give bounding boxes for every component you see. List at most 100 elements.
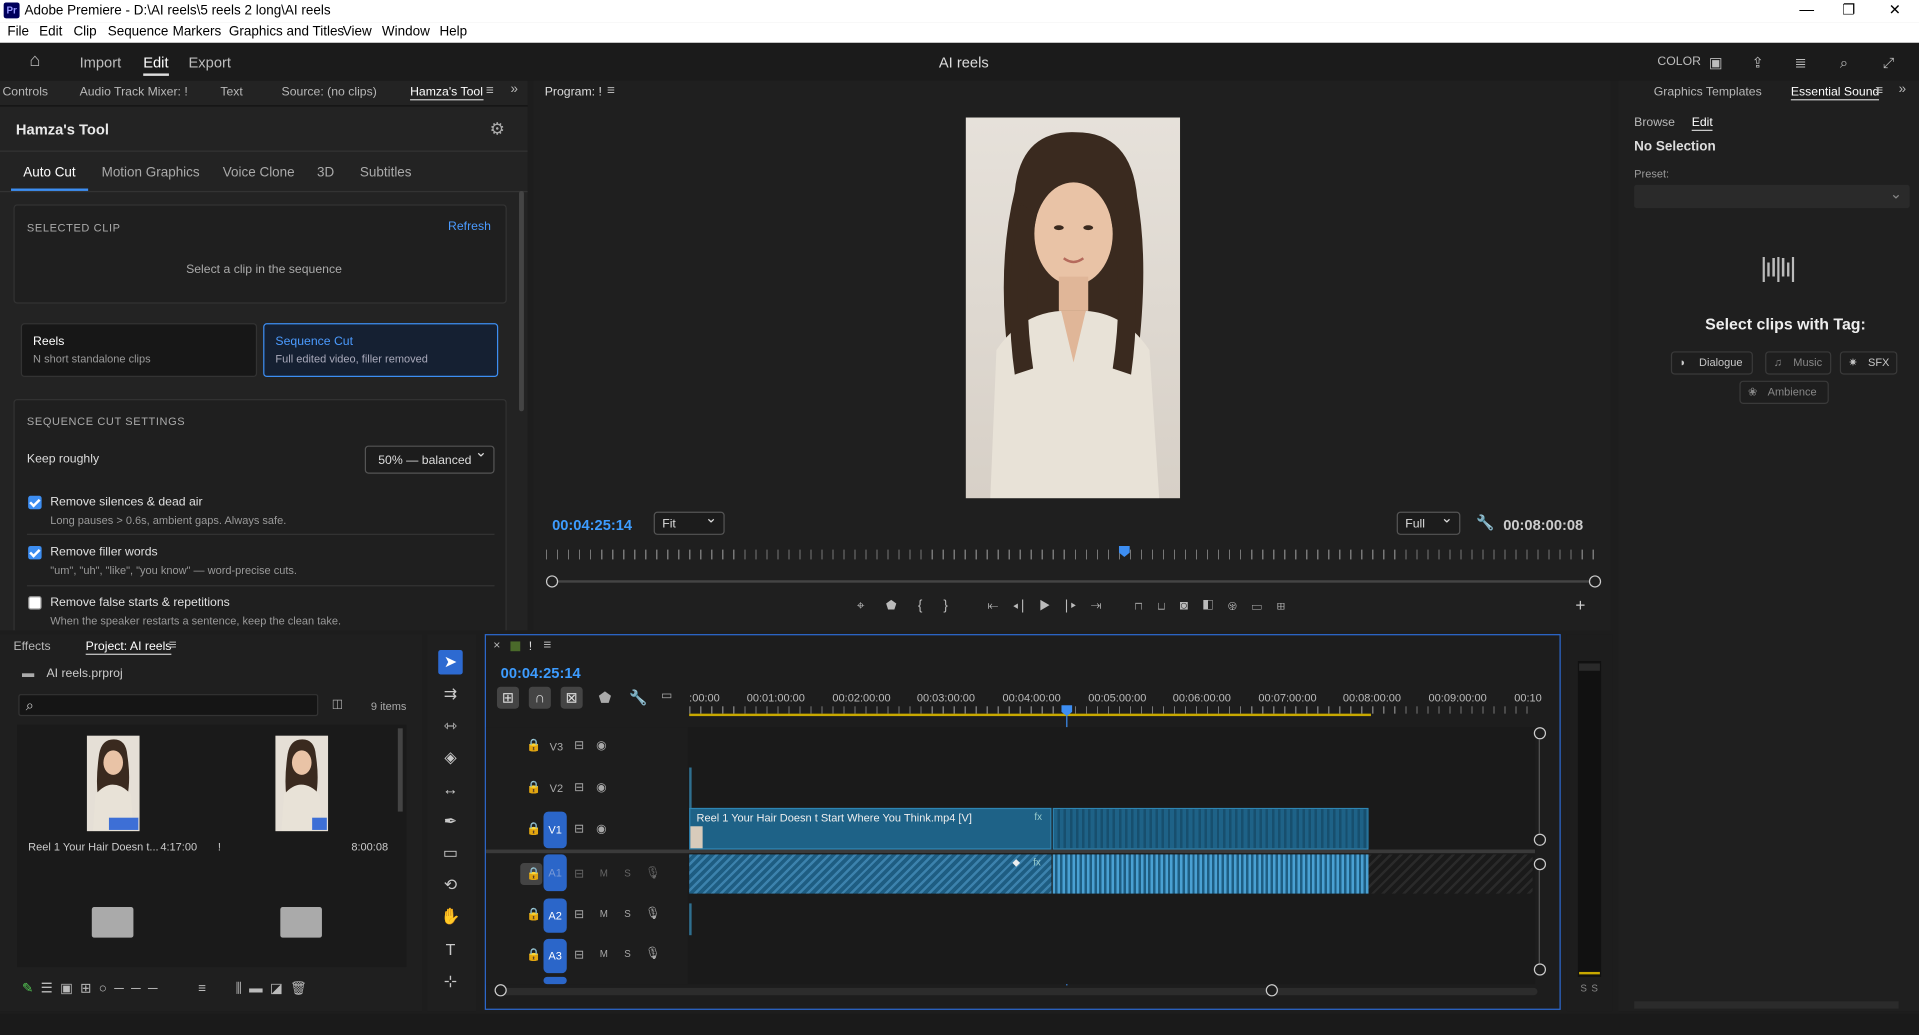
tab-text[interactable]: Text (220, 86, 242, 99)
timeline-close-icon[interactable]: × (493, 639, 500, 652)
a3-lock-icon[interactable]: 🔒 (526, 949, 541, 962)
tab-project[interactable]: Project: AI reels (85, 640, 172, 655)
mark-out-icon[interactable]: } (943, 599, 950, 614)
a1-clip-segments[interactable] (1052, 854, 1369, 894)
add-marker-timeline-icon[interactable]: ⬟ (599, 689, 612, 706)
rectangle-tool-icon[interactable]: ▭ (438, 841, 462, 865)
edit-tab-right[interactable]: Edit (1691, 116, 1713, 131)
tag-sfx[interactable]: ✷ SFX (1839, 351, 1898, 375)
tab-auto-cut[interactable]: Auto Cut (23, 165, 75, 180)
ripple-edit-tool-icon[interactable]: ⇿ (438, 714, 462, 738)
export-tab[interactable]: Export (189, 54, 231, 71)
multicam-icon[interactable]: ⊞ (1277, 599, 1288, 614)
a2-mute[interactable]: M (600, 908, 608, 919)
menu-clip[interactable]: Clip (73, 24, 96, 39)
a1-mic-icon[interactable]: 🎙 (645, 867, 661, 880)
list-view-icon[interactable]: ☰ (41, 982, 60, 997)
timeline-menu-icon[interactable]: ≡ (544, 638, 552, 653)
slip-tool-icon[interactable]: ↔ (438, 777, 462, 801)
keep-dropdown[interactable]: 50% — balanced (364, 443, 495, 474)
mode-reels-card[interactable]: Reels N short standalone clips (20, 323, 258, 378)
new-item-icon[interactable]: ◪ (270, 982, 290, 997)
v1-clip-segments[interactable] (1052, 807, 1369, 850)
selection-tool-icon[interactable]: ➤ (438, 649, 463, 675)
menu-edit[interactable]: Edit (39, 24, 62, 39)
a-zoom-top-handle[interactable] (1533, 858, 1547, 871)
a1-sync-icon[interactable]: ⊟ (574, 868, 584, 881)
tab-hamzas-tool[interactable]: Hamza's Tool (410, 86, 483, 101)
play-icon[interactable]: ▶ (1039, 599, 1052, 614)
meter-solo-1[interactable]: S (1580, 983, 1587, 994)
pen-tool-icon[interactable]: ✒ (438, 809, 462, 833)
home-icon[interactable]: ⌂ (29, 50, 40, 71)
bin-icon[interactable]: ◫ (332, 698, 344, 711)
close-icon[interactable]: ✕ (1889, 1, 1901, 18)
snap-icon[interactable]: ∩ (528, 686, 551, 709)
nest-icon[interactable]: ⊞ (496, 686, 520, 709)
trash-icon[interactable]: 🗑 (290, 982, 314, 997)
more-tabs-icon[interactable]: » (510, 82, 517, 97)
edit-tab[interactable]: Edit (143, 54, 169, 76)
menu-window[interactable]: Window (382, 24, 430, 39)
step-back-icon[interactable]: ◂| (1013, 599, 1027, 614)
a2-mic-icon[interactable]: 🎙 (645, 907, 661, 920)
program-tab[interactable]: Program: ! (545, 86, 602, 99)
menu-sequence[interactable]: Sequence (108, 24, 169, 39)
camera-icon[interactable]: ◙ (1180, 599, 1191, 614)
a3-sync-icon[interactable]: ⊟ (574, 949, 584, 962)
search-icon[interactable]: ⌕ (1840, 54, 1848, 72)
compare-icon[interactable]: ◧ (1203, 599, 1216, 614)
track-select-tool-icon[interactable]: ⇉ (438, 682, 462, 706)
tag-dialogue[interactable]: ◗ Dialogue (1670, 351, 1753, 375)
a3-mic-icon[interactable]: 🎙 (645, 947, 661, 960)
bin-folder-icon-2[interactable] (280, 907, 322, 938)
panel-icon[interactable]: ▣ (1709, 54, 1723, 71)
essential-menu-icon[interactable]: ≡ (1875, 83, 1883, 98)
tab-audio-mixer[interactable]: Audio Track Mixer: ! (80, 86, 188, 99)
track-a1[interactable]: A1 (543, 854, 567, 892)
item2-thumbnail[interactable] (275, 735, 329, 832)
tab-graphics-templates[interactable]: Graphics Templates (1654, 86, 1762, 99)
a3-mute[interactable]: M (600, 949, 608, 960)
a1-mute[interactable]: M (600, 868, 608, 879)
color-workspace[interactable]: COLOR (1657, 55, 1701, 68)
tool-scrollbar[interactable] (519, 190, 524, 412)
track-v3[interactable]: V3 (545, 733, 568, 760)
right-scrollbar[interactable] (1634, 1001, 1899, 1009)
workspaces-icon[interactable]: ≣ (1795, 54, 1807, 71)
lift-icon[interactable]: ⊓ (1135, 599, 1145, 614)
add-button-icon[interactable]: + (1575, 595, 1585, 615)
project-search-input[interactable]: ⌕ (18, 694, 319, 717)
timeline-timecode[interactable]: 00:04:25:14 (501, 665, 581, 682)
bin-folder-icon-1[interactable] (91, 907, 134, 938)
a3-solo[interactable]: S (624, 949, 631, 960)
track-a3[interactable]: A3 (543, 938, 567, 974)
v1-clip[interactable]: Reel 1 Your Hair Doesn t Start Where You… (689, 807, 1052, 850)
tab-effects[interactable]: Effects (13, 640, 50, 653)
fit-dropdown[interactable]: Fit (653, 509, 725, 535)
timeline-settings-icon[interactable]: 🔧 (629, 689, 647, 706)
more-tabs-right-icon[interactable]: » (1899, 82, 1906, 97)
v1-lock-icon[interactable]: 🔒 (526, 823, 541, 836)
menu-markers[interactable]: Markers (173, 24, 222, 39)
type-tool-icon[interactable]: T (438, 938, 462, 962)
mode-sequence-card[interactable]: Sequence Cut Full edited video, filler r… (263, 323, 499, 378)
wrench-icon[interactable]: 🔧 (1476, 514, 1494, 531)
item1-thumbnail[interactable] (86, 735, 140, 832)
tab-essential-sound[interactable]: Essential Sound (1790, 86, 1880, 101)
sort-icon[interactable]: ≡ (198, 982, 213, 997)
icon-view-icon[interactable]: ▣ (60, 982, 80, 997)
refresh-button[interactable]: Refresh (448, 220, 491, 233)
opt1-checkbox[interactable] (28, 495, 42, 510)
v1-eye-icon[interactable]: ◉ (596, 823, 607, 836)
preset-dropdown[interactable]: ⌄ (1634, 184, 1910, 209)
freeform-view-icon[interactable]: ⊞ (80, 982, 99, 997)
new-bin-icon[interactable]: ▬ (249, 982, 270, 997)
a2-sync-icon[interactable]: ⊟ (574, 908, 584, 921)
go-to-out-icon[interactable]: ⇥ (1091, 599, 1104, 614)
timeline-tab[interactable]: ! (529, 640, 532, 653)
program-menu-icon[interactable]: ≡ (607, 83, 615, 98)
program-ruler[interactable] (545, 549, 1596, 560)
h-scroll-right-handle[interactable] (1265, 984, 1278, 997)
a1-clip[interactable]: ◆ fx (689, 854, 1052, 894)
